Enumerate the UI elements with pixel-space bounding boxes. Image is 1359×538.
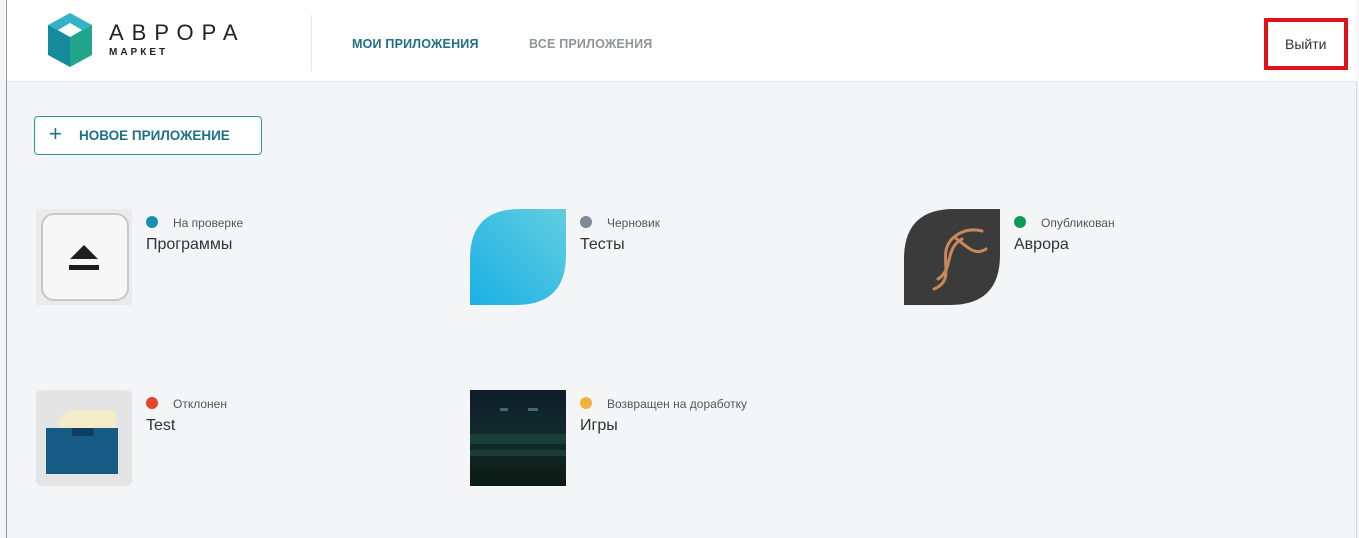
brand-logo[interactable]: АВРОРА МАРКЕТ xyxy=(45,11,265,69)
new-app-button[interactable]: + НОВОЕ ПРИЛОЖЕНИЕ xyxy=(34,116,262,155)
new-app-label: НОВОЕ ПРИЛОЖЕНИЕ xyxy=(79,128,230,143)
game-thumbnail-icon xyxy=(470,390,566,486)
leaf-icon xyxy=(470,209,566,305)
brand-name: АВРОРА xyxy=(109,20,246,45)
status-dot xyxy=(1014,216,1026,228)
app-name: Игры xyxy=(580,417,618,434)
tab-all-apps[interactable]: ВСЕ ПРИЛОЖЕНИЯ xyxy=(529,37,652,51)
app-card-programs[interactable]: На проверке Программы xyxy=(36,209,396,309)
status-dot xyxy=(146,397,158,409)
app-status: Отклонен xyxy=(173,397,227,411)
app-card-test[interactable]: Отклонен Test xyxy=(36,390,396,490)
header-divider xyxy=(311,15,312,71)
tab-my-apps[interactable]: МОИ ПРИЛОЖЕНИЯ xyxy=(352,37,479,51)
app-name: Аврора xyxy=(1014,236,1069,253)
logout-button[interactable]: Выйти xyxy=(1285,36,1326,52)
app-name: Программы xyxy=(146,236,233,253)
app-card-tests[interactable]: Черновик Тесты xyxy=(470,209,830,309)
app-status: Опубликован xyxy=(1041,216,1115,230)
app-status: Возвращен на доработку xyxy=(607,397,747,411)
plus-icon: + xyxy=(49,121,62,146)
app-card-games[interactable]: Возвращен на доработку Игры xyxy=(470,390,830,490)
app-status: На проверке xyxy=(173,216,244,230)
status-dot xyxy=(146,216,158,228)
app-status: Черновик xyxy=(607,216,660,230)
status-dot xyxy=(580,216,592,228)
brand-subtitle: МАРКЕТ xyxy=(109,47,169,58)
eject-icon xyxy=(36,209,132,305)
app-card-aurora[interactable]: Опубликован Аврора xyxy=(904,209,1264,309)
top-header: АВРОРА МАРКЕТ МОИ ПРИЛОЖЕНИЯ ВСЕ ПРИЛОЖЕ… xyxy=(7,0,1357,82)
archive-box-icon xyxy=(36,390,132,486)
aurora-leaf-icon xyxy=(904,209,1000,305)
app-name: Test xyxy=(146,417,176,434)
app-name: Тесты xyxy=(580,236,625,253)
cube-logo-icon xyxy=(48,13,92,67)
status-dot xyxy=(580,397,592,409)
